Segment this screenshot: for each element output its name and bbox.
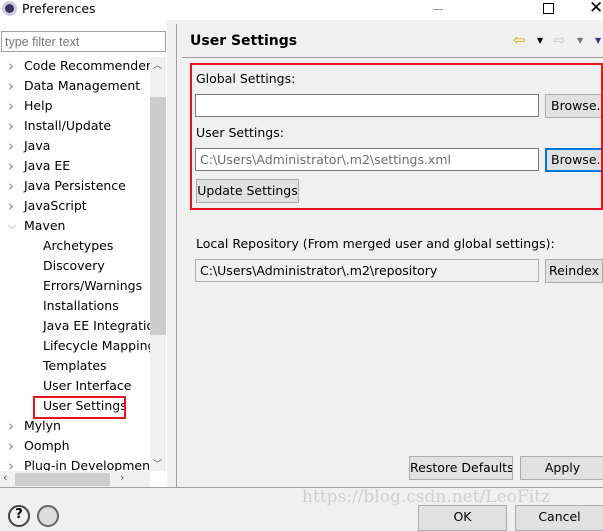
tree-item-label: Lifecycle Mapping: [43, 338, 156, 353]
forward-arrow-icon[interactable]: ⇨: [553, 31, 566, 49]
tree-item-label: Templates: [43, 358, 107, 373]
tree-item-label: User Interface: [43, 378, 132, 393]
tree-item[interactable]: User Interface: [0, 376, 150, 396]
restore-defaults-button[interactable]: Restore Defaults: [409, 456, 513, 480]
eclipse-app-icon: [2, 1, 17, 16]
reindex-button[interactable]: Reindex: [545, 259, 603, 283]
local-repository-input: C:\Users\Administrator\.m2\repository: [195, 259, 539, 282]
page-title: User Settings: [190, 33, 298, 49]
chevron-right-icon[interactable]: ›: [8, 416, 14, 436]
global-settings-input[interactable]: [195, 94, 539, 117]
ok-button[interactable]: OK: [418, 505, 507, 531]
chevron-right-icon[interactable]: ›: [8, 176, 14, 196]
tree-item[interactable]: › Mylyn: [0, 416, 150, 436]
forward-dropdown-icon[interactable]: ▼: [577, 36, 583, 45]
tree-item-label: Data Management: [24, 78, 141, 93]
user-settings-label: User Settings:: [196, 125, 284, 140]
maximize-icon[interactable]: [543, 3, 554, 14]
cancel-button[interactable]: Cancel: [515, 505, 603, 531]
tree-item-label: Java: [24, 138, 51, 153]
tree-item[interactable]: Java EE Integration: [0, 316, 162, 336]
tree-item[interactable]: › Java EE: [0, 156, 150, 176]
scroll-right-icon[interactable]: ›: [120, 471, 124, 484]
tree-item[interactable]: › Data Management: [0, 76, 150, 96]
chevron-right-icon[interactable]: ›: [8, 76, 14, 96]
view-menu-icon[interactable]: ▼: [595, 36, 601, 45]
user-settings-input[interactable]: C:\Users\Administrator\.m2\settings.xml: [195, 148, 539, 171]
tree-item[interactable]: ⌵ Maven: [0, 216, 150, 236]
tree-item-label: Maven: [24, 218, 66, 233]
watermark: https://blog.csdn.net/LeoFitz: [302, 487, 550, 507]
back-arrow-icon[interactable]: ⇦: [513, 31, 526, 49]
tree-item[interactable]: › Java Persistence: [0, 176, 150, 196]
update-settings-button[interactable]: Update Settings: [196, 179, 299, 203]
help-icon[interactable]: ?: [8, 505, 30, 527]
scroll-up-icon[interactable]: ︿: [153, 58, 162, 71]
tree-item[interactable]: Errors/Warnings: [0, 276, 150, 296]
apply-button[interactable]: Apply: [520, 456, 603, 480]
chevron-right-icon[interactable]: ›: [8, 156, 14, 176]
chevron-right-icon[interactable]: ›: [8, 136, 14, 156]
minimize-icon[interactable]: [433, 9, 443, 10]
window-title: Preferences: [22, 1, 96, 16]
tree-item[interactable]: Templates: [0, 356, 150, 376]
chevron-right-icon[interactable]: ›: [8, 56, 14, 76]
chevron-right-icon[interactable]: ›: [8, 196, 14, 216]
tree-item-label: Java EE Integration: [43, 318, 163, 333]
tree-item-label: Oomph: [24, 438, 70, 453]
chevron-down-icon[interactable]: ⌵: [8, 216, 16, 236]
tree-item-label: Discovery: [43, 258, 105, 273]
back-dropdown-icon[interactable]: ▼: [537, 36, 543, 45]
tree-item[interactable]: Archetypes: [0, 236, 150, 256]
tree-item-label: Installations: [43, 298, 119, 313]
tree-item[interactable]: › Code Recommenders: [0, 56, 158, 76]
tree-item-label: Install/Update: [24, 118, 112, 133]
global-settings-label: Global Settings:: [196, 71, 296, 86]
filter-input[interactable]: [1, 31, 166, 52]
tree-item-label: Mylyn: [24, 418, 61, 433]
tree-item[interactable]: Discovery: [0, 256, 150, 276]
tree-item-label: Help: [24, 98, 53, 113]
tree-item[interactable]: › Help: [0, 96, 150, 116]
title-separator: [182, 57, 603, 58]
tree-item[interactable]: Lifecycle Mapping: [0, 336, 155, 356]
tree-item-label: Code Recommenders: [24, 58, 158, 73]
tree-scroll-thumb[interactable]: [150, 97, 166, 335]
tree-item-label: Java Persistence: [24, 178, 126, 193]
chevron-right-icon[interactable]: ›: [8, 96, 14, 116]
tree-item-label: JavaScript: [24, 198, 87, 213]
scroll-down-icon[interactable]: ﹀: [153, 457, 162, 470]
tree-item-label: Errors/Warnings: [43, 278, 143, 293]
tree-item[interactable]: › Java: [0, 136, 150, 156]
tree-hscroll-thumb[interactable]: [15, 473, 110, 486]
close-icon[interactable]: ✕: [589, 0, 603, 18]
chevron-right-icon[interactable]: ›: [8, 436, 14, 456]
tree-item-label: User Settings: [43, 398, 127, 413]
pane-divider[interactable]: [176, 24, 177, 487]
tree-item[interactable]: › Install/Update: [0, 116, 150, 136]
user-browse-button[interactable]: Browse...: [545, 148, 603, 172]
chevron-right-icon[interactable]: ›: [8, 116, 14, 136]
scroll-left-icon[interactable]: ‹: [3, 471, 7, 484]
title-bar: Preferences ✕: [0, 0, 603, 20]
tree-item[interactable]: Installations: [0, 296, 150, 316]
tree-item-label: Java EE: [24, 158, 71, 173]
global-browse-button[interactable]: Browse...: [545, 94, 603, 118]
tree-item[interactable]: › Oomph: [0, 436, 150, 456]
tree-item[interactable]: User Settings: [0, 396, 150, 416]
import-export-icon[interactable]: [37, 505, 59, 527]
tree-item[interactable]: › JavaScript: [0, 196, 150, 216]
local-repository-label: Local Repository (From merged user and g…: [196, 236, 555, 251]
tree-item-label: Archetypes: [43, 238, 114, 253]
